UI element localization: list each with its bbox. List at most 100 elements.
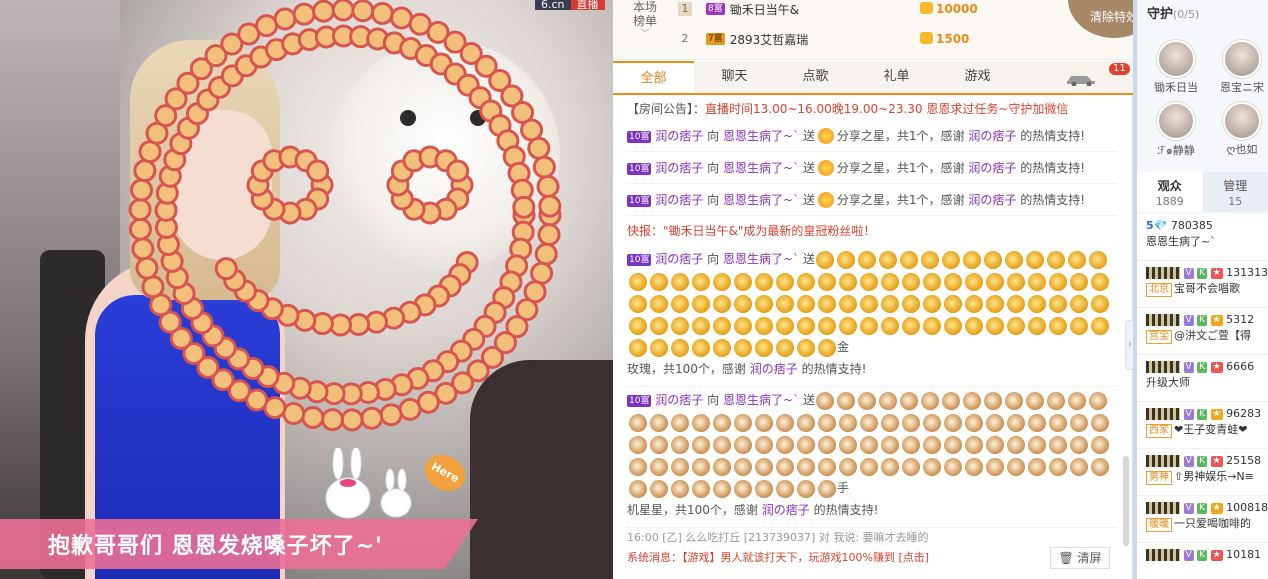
guard-name[interactable]: ღ也如	[1212, 141, 1268, 157]
phone-star-icon	[1090, 413, 1109, 432]
k-icon: K	[1197, 502, 1208, 514]
gift-effect-dot	[133, 159, 157, 183]
phone-star-icon	[1048, 435, 1067, 454]
gold-rose-icon	[880, 294, 899, 313]
receiver-name[interactable]: 恩恩生病了~`	[723, 161, 799, 175]
sender-name[interactable]: 润の痞子	[655, 161, 703, 175]
viewer-item[interactable]: V K ★ 6666 升级大师	[1137, 355, 1268, 402]
rank-user-name[interactable]: 2893艾哲嘉瑞	[730, 31, 809, 48]
guard-avatar[interactable]	[1223, 102, 1261, 140]
region-badge: 暖暖	[1146, 518, 1172, 532]
tab-viewers[interactable]: 观众 1889	[1137, 172, 1203, 212]
viewer-rank-icon	[1146, 502, 1180, 514]
sender-name[interactable]: 润の痞子	[655, 129, 703, 143]
chat-scrollbar[interactable]	[1123, 456, 1129, 546]
phone-star-icon	[984, 391, 1003, 410]
tab-song[interactable]: 点歌	[775, 61, 856, 93]
gold-rose-icon	[922, 272, 941, 291]
viewer-item[interactable]: V K ★ 96283 西家 ❤王子变青蛙❤	[1137, 402, 1268, 449]
viewer-rank-icon	[1146, 455, 1180, 467]
viewer-item[interactable]: 5💎 780385 恩恩生病了~`	[1137, 214, 1268, 261]
guard-avatar[interactable]	[1157, 102, 1195, 140]
receiver-name[interactable]: 恩恩生病了~`	[723, 393, 799, 407]
tab-chat[interactable]: 聊天	[694, 61, 775, 93]
phone-star-icon	[985, 457, 1004, 476]
chat-line: 16:00 [乙] 么么吃打丘 [213739037] 对 我说: 要嘛才去睡的	[627, 531, 929, 544]
phone-star-icon	[879, 391, 898, 410]
clear-screen-button[interactable]: 🗑 清屏	[1050, 547, 1110, 569]
star-gift-icon	[817, 128, 834, 144]
phone-star-icon	[838, 435, 857, 454]
thanks-name[interactable]: 润の痞子	[750, 362, 798, 376]
trash-icon: 🗑	[1058, 551, 1074, 565]
k-icon: K	[1197, 408, 1208, 420]
gift-effect-dot	[128, 217, 152, 241]
receiver-name[interactable]: 恩恩生病了~`	[723, 193, 799, 207]
video-player[interactable]: 6.cn 直播 Here 抱歉哥哥们 恩恩发烧嗓子坏了~'	[0, 0, 613, 579]
viewer-item[interactable]: V K ★ 5312 宫宝 @洴文ご萱【得	[1137, 308, 1268, 355]
phone-star-icon	[964, 413, 983, 432]
viewer-item[interactable]: V K ★ 1313131北京宝哥不会唱歌	[1137, 261, 1268, 308]
guard-name[interactable]: ℱ๑静静	[1146, 141, 1206, 159]
rank-row[interactable]: 1 8富 锄禾日当午& 10000	[678, 0, 1058, 20]
sender-name[interactable]: 润の痞子	[655, 193, 703, 207]
phone-star-icon	[985, 413, 1004, 432]
gift-effect-dot	[141, 275, 165, 299]
chevron-down-icon[interactable]: ﹀	[633, 28, 657, 42]
gold-rose-icon	[921, 250, 940, 269]
thanks-name[interactable]: 润の痞子	[968, 129, 1016, 143]
gold-rose-icon	[880, 272, 899, 291]
region-badge: 北京	[1146, 283, 1172, 297]
side-panel: 守护(0/5) 锄禾日当 恩宝ニ宋 ℱ๑静静 ღ也如 观众 1889 管理 15 5…	[1133, 0, 1268, 579]
phone-star-icon	[628, 479, 647, 498]
gold-rose-icon	[691, 316, 710, 335]
tab-admins[interactable]: 管理 15	[1202, 172, 1268, 212]
sender-name[interactable]: 润の痞子	[655, 252, 703, 266]
rank-label[interactable]: 本场榜单 ﹀	[633, 0, 657, 42]
viewer-item[interactable]: V K ★ 100818 暖暖 一只爱喝咖啡的	[1137, 496, 1268, 543]
gold-rose-icons	[627, 250, 1110, 357]
gold-rose-icon	[628, 294, 647, 313]
thanks-name[interactable]: 润の痞子	[762, 503, 810, 517]
phone-star-icon	[754, 435, 773, 454]
thanks-name[interactable]: 润の痞子	[968, 161, 1016, 175]
guard-name[interactable]: 锄禾日当	[1146, 79, 1206, 95]
guard-avatar[interactable]	[1223, 40, 1261, 78]
message-list[interactable]: 【房间公告】：直播时间13.00~16.00晚19.00~23.30 恩恩求过任…	[627, 98, 1117, 578]
tab-gifts[interactable]: 礼单	[856, 61, 937, 93]
phone-star-icon	[901, 435, 920, 454]
system-message[interactable]: 系统消息：【游戏】男人就该打天下，玩游戏100%赚到 [点击]	[627, 548, 1117, 568]
receiver-name[interactable]: 恩恩生病了~`	[723, 129, 799, 143]
phone-star-icon	[1090, 435, 1109, 454]
tab-all[interactable]: 全部	[613, 61, 694, 93]
gold-rose-icon	[712, 272, 731, 291]
wealth-badge: 10富	[627, 130, 652, 143]
gold-rose-icon	[964, 294, 983, 313]
gold-rose-icon	[1006, 272, 1025, 291]
rank-row[interactable]: 2 7富 2893艾哲嘉瑞 1500	[678, 28, 1058, 50]
thanks-name[interactable]: 润の痞子	[968, 193, 1016, 207]
guard-name[interactable]: 恩宝ニ宋	[1212, 79, 1268, 95]
gold-rose-icon	[1047, 250, 1066, 269]
live-tag: 直播	[570, 0, 605, 10]
sender-name[interactable]: 润の痞子	[655, 393, 703, 407]
rank-user-name[interactable]: 锄禾日当午&	[730, 1, 799, 18]
wealth-badge: 10富	[627, 253, 652, 266]
phone-star-icon	[859, 435, 878, 454]
gold-rose-icon	[712, 294, 731, 313]
gold-rose-icon	[985, 294, 1004, 313]
gold-rose-icon	[628, 338, 647, 357]
phone-star-icon	[733, 457, 752, 476]
tab-games[interactable]: 游戏	[937, 61, 1018, 93]
gold-rose-icon	[1006, 294, 1025, 313]
receiver-name[interactable]: 恩恩生病了~`	[723, 252, 799, 266]
guard-avatar[interactable]	[1157, 40, 1195, 78]
gold-rose-icon	[796, 272, 815, 291]
gold-rose-icon	[943, 294, 962, 313]
car-icon[interactable]	[1065, 70, 1097, 86]
gift-effect-dot	[255, 14, 279, 38]
viewer-item[interactable]: V K ★ 10181	[1137, 543, 1268, 579]
viewer-item[interactable]: V K ★ 25158 男神 ⇧男神娱乐→N≡	[1137, 449, 1268, 496]
viewer-list[interactable]: 5💎 780385 恩恩生病了~` V K ★ 1313131北京宝哥不会唱歌 …	[1137, 214, 1268, 579]
gold-rose-icon	[1027, 294, 1046, 313]
